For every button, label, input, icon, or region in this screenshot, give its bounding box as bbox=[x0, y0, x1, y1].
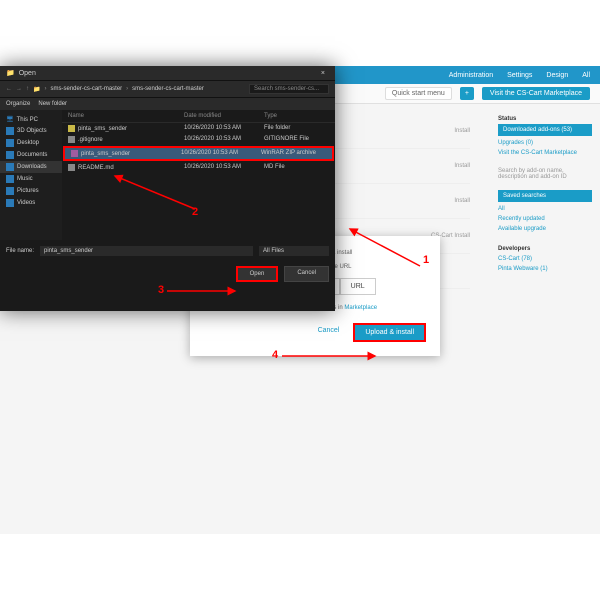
arrow-4 bbox=[280, 349, 380, 367]
developer-item[interactable]: CS-Cart (78) bbox=[498, 254, 592, 264]
filename-label: File name: bbox=[6, 248, 34, 254]
upgrades-link[interactable]: Upgrades (0) bbox=[498, 138, 592, 148]
path-segment[interactable]: sms-sender-cs-cart-master bbox=[50, 86, 122, 92]
upload-install-button[interactable]: Upload & install bbox=[353, 323, 426, 342]
organize-button[interactable]: Organize bbox=[6, 101, 30, 107]
annotation-4: 4 bbox=[272, 349, 278, 361]
sidebar-downloads[interactable]: Downloads bbox=[0, 161, 62, 173]
downloaded-addons[interactable]: Downloaded add-ons (53) bbox=[498, 124, 592, 136]
sidebar-3d-objects[interactable]: 3D Objects bbox=[0, 125, 62, 137]
cancel-button[interactable]: Cancel bbox=[284, 266, 329, 282]
marketplace-link[interactable]: Visit the CS-Cart Marketplace bbox=[498, 148, 592, 158]
file-row[interactable]: pinta_sms_sender 10/26/2020 10:53 AM Fil… bbox=[62, 123, 335, 134]
status-heading: Status bbox=[498, 114, 592, 124]
sidebar-documents[interactable]: Documents bbox=[0, 149, 62, 161]
menu-item[interactable]: All bbox=[582, 72, 590, 79]
col-type[interactable]: Type bbox=[264, 113, 329, 119]
annotation-1: 1 bbox=[423, 254, 429, 266]
search-hint: Search by add-on name, description and a… bbox=[498, 168, 592, 180]
saved-search-item[interactable]: Available upgrade bbox=[498, 224, 592, 234]
plus-button[interactable]: + bbox=[460, 87, 474, 100]
file-row[interactable]: README.md 10/26/2020 10:53 AM MD File bbox=[62, 162, 335, 173]
col-name[interactable]: Name bbox=[68, 113, 184, 119]
arrow-3 bbox=[165, 284, 240, 302]
saved-search-item[interactable]: All bbox=[498, 204, 592, 214]
file-row-selected[interactable]: pinta_sms_sender 10/26/2020 10:53 AM Win… bbox=[63, 146, 334, 161]
cancel-button[interactable]: Cancel bbox=[310, 323, 348, 342]
quick-start-menu[interactable]: Quick start menu bbox=[385, 87, 452, 100]
visit-marketplace-button[interactable]: Visit the CS-Cart Marketplace bbox=[482, 87, 590, 100]
marketplace-link[interactable]: Marketplace bbox=[344, 305, 377, 311]
arrow-2 bbox=[110, 174, 200, 219]
close-icon[interactable]: × bbox=[317, 70, 329, 77]
sidebar-music[interactable]: Music bbox=[0, 173, 62, 185]
sidebar-this-pc[interactable]: 🖥This PC bbox=[0, 114, 62, 125]
dialog-toolbar: Organize New folder bbox=[0, 97, 335, 110]
path-bar[interactable]: ← → ↑ 📁 › sms-sender-cs-cart-master › sm… bbox=[0, 80, 335, 97]
menu-item[interactable]: Settings bbox=[507, 72, 532, 79]
col-date[interactable]: Date modified bbox=[184, 113, 264, 119]
menu-item[interactable]: Design bbox=[546, 72, 568, 79]
saved-search-item[interactable]: Recently updated bbox=[498, 214, 592, 224]
admin-sidebar: Status Downloaded add-ons (53) Upgrades … bbox=[490, 104, 600, 534]
file-filter-dropdown[interactable]: All Files bbox=[259, 246, 329, 256]
sidebar-videos[interactable]: Videos bbox=[0, 197, 62, 209]
up-icon[interactable]: ↑ bbox=[26, 86, 29, 92]
filename-input[interactable]: pinta_sms_sender bbox=[40, 246, 253, 256]
file-icon bbox=[68, 164, 75, 171]
annotation-3: 3 bbox=[158, 284, 164, 296]
folder-icon bbox=[68, 125, 75, 132]
dialog-titlebar: 📁 Open × bbox=[0, 66, 335, 80]
new-folder-button[interactable]: New folder bbox=[38, 101, 67, 107]
open-button[interactable]: Open bbox=[236, 266, 279, 282]
sidebar-pictures[interactable]: Pictures bbox=[0, 185, 62, 197]
arrow-1 bbox=[345, 226, 425, 281]
sidebar-desktop[interactable]: Desktop bbox=[0, 137, 62, 149]
back-icon[interactable]: ← bbox=[6, 86, 12, 92]
forward-icon[interactable]: → bbox=[16, 86, 22, 92]
dialog-title: Open bbox=[19, 70, 36, 77]
archive-icon bbox=[71, 150, 78, 157]
search-input[interactable]: Search sms-sender-cs... bbox=[249, 84, 329, 94]
path-segment[interactable]: sms-sender-cs-cart-master bbox=[132, 86, 204, 92]
saved-searches-heading: Saved searches bbox=[498, 190, 592, 202]
menu-item[interactable]: Administration bbox=[449, 72, 493, 79]
developers-heading: Developers bbox=[498, 244, 592, 254]
file-row[interactable]: .gitignore 10/26/2020 10:53 AM GITIGNORE… bbox=[62, 134, 335, 145]
dialog-footer: File name: pinta_sms_sender All Files bbox=[0, 240, 335, 262]
dialog-sidebar: 🖥This PC 3D Objects Desktop Documents Do… bbox=[0, 110, 62, 240]
folder-icon: 📁 bbox=[6, 69, 15, 77]
annotation-2: 2 bbox=[192, 206, 198, 218]
file-icon bbox=[68, 136, 75, 143]
developer-item[interactable]: Pinta Webware (1) bbox=[498, 264, 592, 274]
